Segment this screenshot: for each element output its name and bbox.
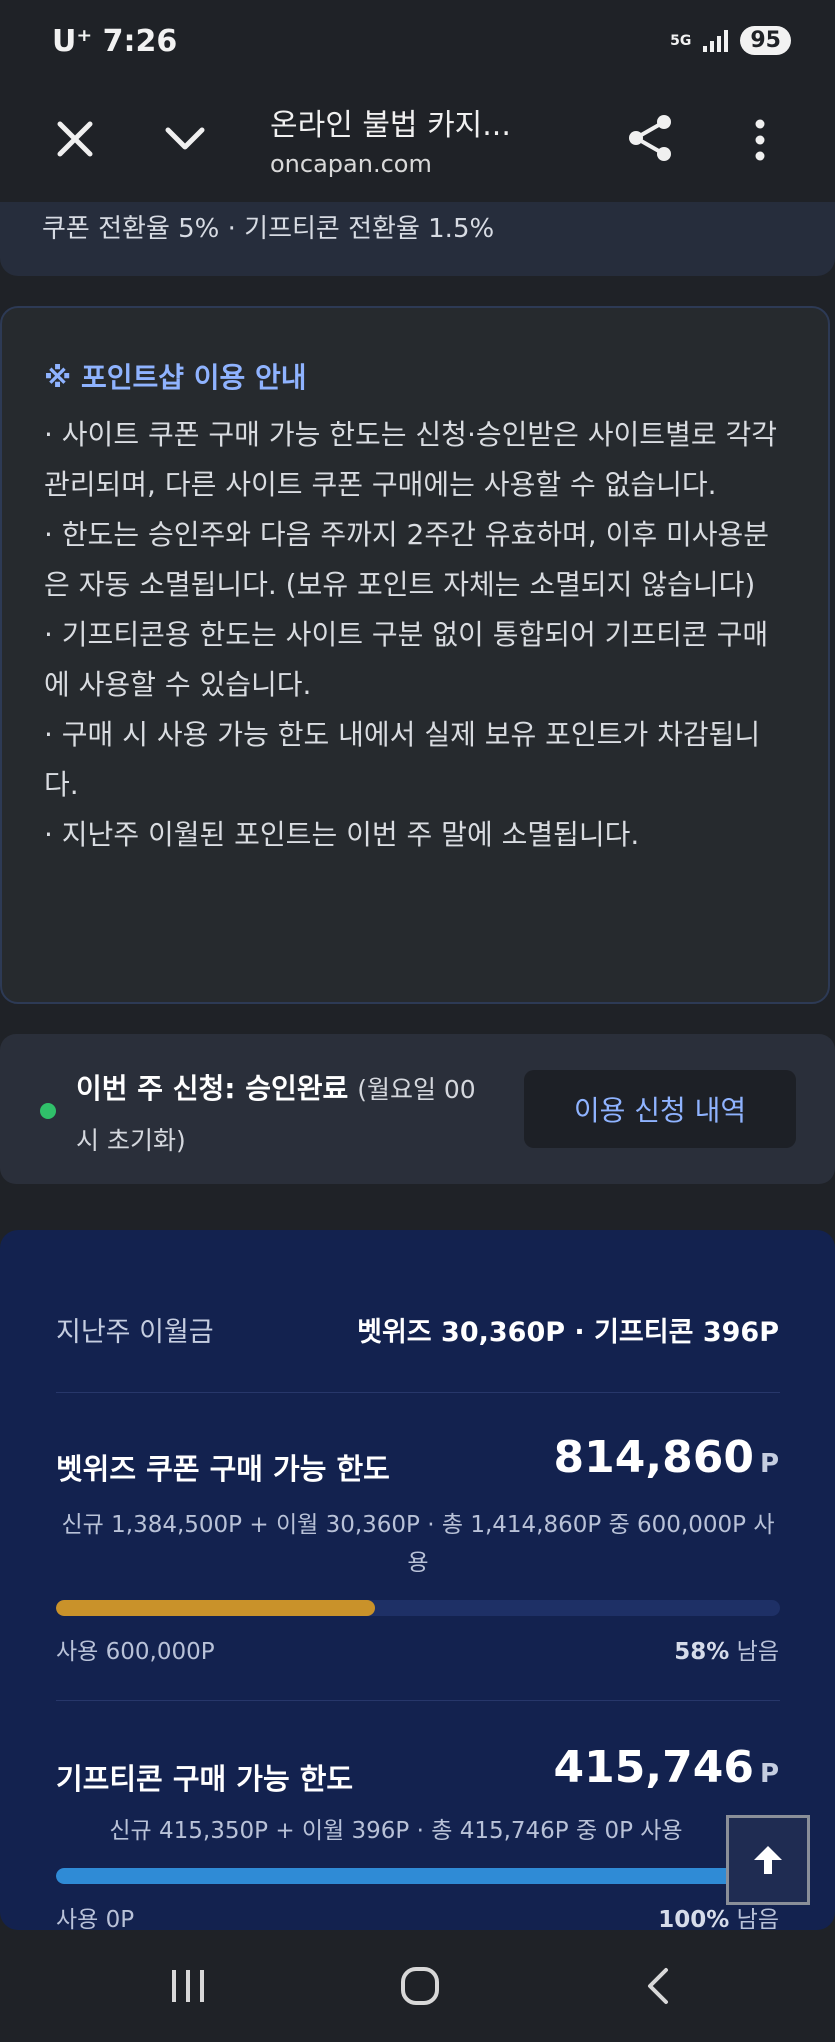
info-line: · 기프티콘용 한도는 사이트 구분 없이 통합되어 기프티콘 구매에 사용할 … xyxy=(44,618,769,701)
network-5g-icon: 5G xyxy=(670,32,692,49)
info-line: · 구매 시 사용 가능 한도 내에서 실제 보유 포인트가 차감됩니다. xyxy=(44,718,761,801)
gifticon-remaining-label: 100% 남음 xyxy=(658,1900,779,1934)
coupon-usage-fill xyxy=(56,1600,375,1616)
status-dot-icon xyxy=(40,1103,56,1119)
info-body: · 사이트 쿠폰 구매 가능 한도는 신청·승인받은 사이트별로 각각 관리되며… xyxy=(44,410,792,860)
conversion-rate-text: 쿠폰 전환율 5% · 기프티콘 전환율 1.5% xyxy=(42,214,495,244)
more-options-icon[interactable] xyxy=(748,116,772,164)
weekly-request-status: 이번 주 신청: 승인완료 (월요일 00시 초기화) xyxy=(76,1064,496,1166)
carryover-value: 벳위즈 30,360P · 기프티콘 396P xyxy=(357,1317,779,1348)
battery-badge: 95 xyxy=(740,26,791,55)
close-icon[interactable] xyxy=(52,116,98,162)
divider xyxy=(56,1392,780,1393)
info-line: · 지난주 이월된 포인트는 이번 주 말에 소멸됩니다. xyxy=(44,818,640,851)
coupon-limit-desc: 신규 1,384,500P + 이월 30,360P · 총 1,414,860… xyxy=(61,1512,775,1576)
gifticon-limit-title: 기프티콘 구매 가능 한도 xyxy=(56,1762,354,1796)
request-history-button[interactable]: 이용 신청 내역 xyxy=(524,1070,796,1148)
status-icons: 5G 95 xyxy=(670,26,791,55)
coupon-limit-amount: 814,860 P xyxy=(554,1432,779,1483)
info-title: ※ 포인트샵 이용 안내 xyxy=(44,361,307,394)
gifticon-limit-amount: 415,746 P xyxy=(554,1742,779,1793)
coupon-limit-value: 814,860 xyxy=(553,1432,754,1483)
carryover-label: 지난주 이월금 xyxy=(56,1317,214,1348)
coupon-remaining-label: 58% 남음 xyxy=(674,1632,779,1666)
gifticon-limit-value: 415,746 xyxy=(553,1742,754,1793)
coupon-usage-bar xyxy=(56,1600,780,1616)
back-icon[interactable] xyxy=(644,1966,672,2006)
gifticon-usage-fill xyxy=(56,1868,780,1884)
gifticon-limit-unit: P xyxy=(759,1759,779,1789)
request-status-label: 이번 주 신청: 승인완료 xyxy=(76,1072,349,1105)
arrow-up-icon xyxy=(754,1846,782,1874)
coupon-used-label: 사용 600,000P xyxy=(56,1639,215,1665)
gifticon-limit-desc: 신규 415,350P + 이월 396P · 총 415,746P 중 0P … xyxy=(109,1818,683,1844)
gifticon-usage-bar xyxy=(56,1868,780,1884)
coupon-remaining-word: 남음 xyxy=(736,1639,779,1665)
info-line: · 한도는 승인주와 다음 주까지 2주간 유효하며, 이후 미사용분은 자동 … xyxy=(44,518,770,601)
info-line: · 사이트 쿠폰 구매 가능 한도는 신청·승인받은 사이트별로 각각 관리되며… xyxy=(44,418,778,501)
page-url: oncapan.com xyxy=(270,150,432,178)
coupon-limit-unit: P xyxy=(759,1449,779,1479)
divider xyxy=(56,1700,780,1701)
carrier-time: U⁺ 7:26 xyxy=(52,24,178,59)
coupon-limit-title: 벳위즈 쿠폰 구매 가능 한도 xyxy=(56,1452,390,1486)
home-icon[interactable] xyxy=(400,1966,440,2006)
signal-icon xyxy=(703,29,729,52)
chevron-down-icon[interactable] xyxy=(162,116,208,162)
recent-apps-icon[interactable] xyxy=(168,1968,208,2004)
scroll-to-top-button[interactable] xyxy=(726,1815,810,1905)
page-title: 온라인 불법 카지... xyxy=(270,108,511,143)
coupon-remaining-pct: 58% xyxy=(674,1639,730,1665)
gifticon-used-label: 사용 0P xyxy=(56,1907,135,1933)
share-icon[interactable] xyxy=(626,112,674,164)
